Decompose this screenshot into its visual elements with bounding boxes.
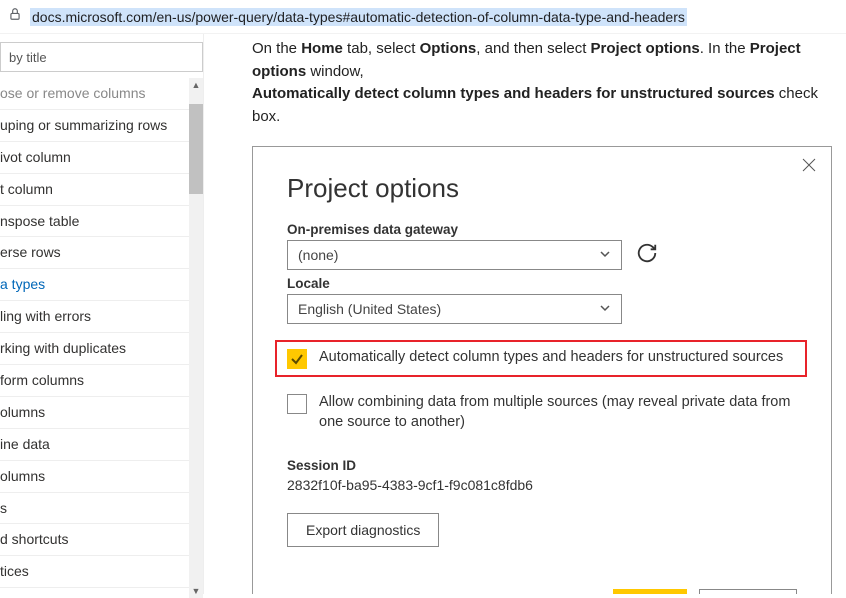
- sidebar-item[interactable]: form columns: [0, 365, 203, 397]
- url-text[interactable]: docs.microsoft.com/en-us/power-query/dat…: [30, 8, 687, 26]
- sidebar-scrollbar[interactable]: ▲ ▼: [189, 78, 203, 598]
- scrollbar-thumb[interactable]: [189, 104, 203, 194]
- sidebar-item[interactable]: ling with errors: [0, 301, 203, 333]
- session-id-label: Session ID: [287, 458, 797, 473]
- project-options-dialog: Project options On-premises data gateway…: [252, 146, 832, 594]
- sidebar-item[interactable]: uping or summarizing rows: [0, 110, 203, 142]
- browser-url-bar[interactable]: docs.microsoft.com/en-us/power-query/dat…: [0, 0, 846, 34]
- lock-icon: [4, 7, 30, 26]
- close-icon[interactable]: [801, 157, 817, 178]
- cancel-button[interactable]: Cancel: [699, 589, 797, 594]
- refresh-icon[interactable]: [636, 242, 658, 269]
- scroll-down-icon[interactable]: ▼: [189, 584, 203, 598]
- chevron-down-icon: [599, 248, 611, 263]
- gateway-label: On-premises data gateway: [287, 222, 797, 237]
- allow-combining-label: Allow combining data from multiple sourc…: [319, 393, 797, 432]
- sidebar-item[interactable]: olumns: [0, 461, 203, 493]
- sidebar-item[interactable]: rking with duplicates: [0, 333, 203, 365]
- sidebar-item[interactable]: erse rows: [0, 237, 203, 269]
- dialog-title: Project options: [287, 173, 797, 204]
- filter-input[interactable]: by title: [0, 42, 203, 72]
- ok-button[interactable]: OK: [613, 589, 687, 594]
- sidebar-item[interactable]: d shortcuts: [0, 524, 203, 556]
- allow-combining-row: Allow combining data from multiple sourc…: [287, 393, 797, 432]
- scroll-up-icon[interactable]: ▲: [189, 78, 203, 92]
- sidebar-item[interactable]: nspose table: [0, 206, 203, 238]
- session-id-value: 2832f10f-ba95-4383-9cf1-f9c081c8fdb6: [287, 477, 797, 493]
- autodetect-checkbox[interactable]: [287, 349, 307, 369]
- sidebar-item[interactable]: t column: [0, 174, 203, 206]
- sidebar-item[interactable]: s: [0, 493, 203, 525]
- sidebar-item[interactable]: olumns: [0, 397, 203, 429]
- export-diagnostics-button[interactable]: Export diagnostics: [287, 513, 439, 547]
- chevron-down-icon: [599, 302, 611, 317]
- locale-value: English (United States): [298, 301, 441, 317]
- allow-combining-checkbox[interactable]: [287, 394, 307, 414]
- sidebar-item[interactable]: d topics: [0, 588, 203, 598]
- sidebar-item[interactable]: ivot column: [0, 142, 203, 174]
- autodetect-checkbox-row: Automatically detect column types and he…: [275, 340, 807, 377]
- sidebar-item-active[interactable]: a types: [0, 269, 203, 301]
- gateway-value: (none): [298, 247, 338, 263]
- sidebar-item[interactable]: tices: [0, 556, 203, 588]
- main-content: On the Home tab, select Options, and the…: [204, 34, 846, 594]
- locale-select[interactable]: English (United States): [287, 294, 622, 324]
- sidebar-item[interactable]: ose or remove columns: [0, 78, 203, 110]
- locale-label: Locale: [287, 276, 797, 291]
- sidebar: by title ose or remove columns uping or …: [0, 34, 204, 594]
- intro-text: On the Home tab, select Options, and the…: [252, 38, 846, 128]
- sidebar-item[interactable]: ine data: [0, 429, 203, 461]
- gateway-select[interactable]: (none): [287, 240, 622, 270]
- autodetect-label: Automatically detect column types and he…: [319, 348, 783, 368]
- filter-placeholder: by title: [9, 50, 47, 65]
- nav-list: ose or remove columns uping or summarizi…: [0, 78, 203, 598]
